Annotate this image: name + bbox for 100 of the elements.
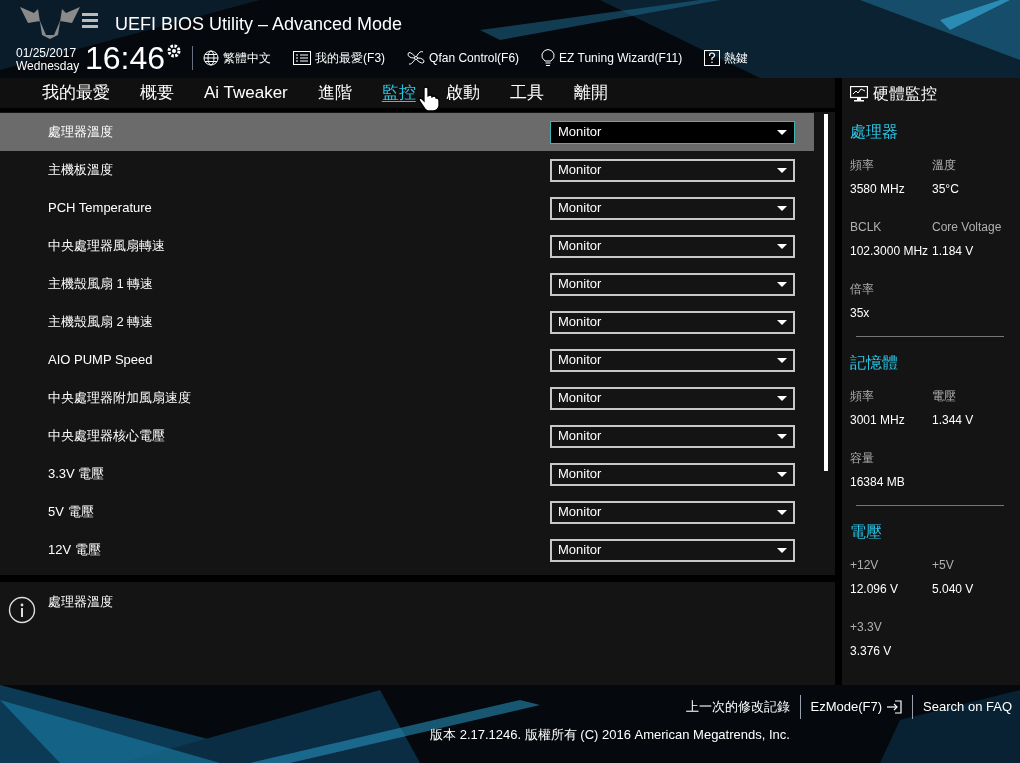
globe-icon (203, 50, 220, 66)
stat-value: 3580 MHz (850, 181, 906, 198)
stat-value: 3.376 V (850, 643, 893, 660)
lightbulb-icon (541, 49, 556, 67)
caret-icon (777, 243, 787, 249)
stat-label: 容量 (850, 450, 875, 467)
stat-value: 1.344 V (932, 412, 975, 429)
hand-cursor-icon (418, 86, 440, 112)
clock-time: 16:46 (85, 40, 166, 76)
setting-row[interactable]: 中央處理器附加風扇速度 Monitor (0, 379, 814, 417)
section-title: 記憶體 (850, 353, 899, 373)
stat-label: 頻率 (850, 157, 875, 174)
caret-icon (777, 471, 787, 477)
stat-label: 倍率 (850, 281, 875, 298)
dropdown[interactable]: Monitor (550, 234, 795, 258)
question-icon (704, 50, 721, 66)
setting-label: 12V 電壓 (47, 541, 102, 560)
dropdown[interactable]: Monitor (550, 538, 795, 562)
stat-label: Core Voltage (932, 219, 1003, 236)
caret-icon (777, 395, 787, 401)
stat-label: +5V (932, 557, 955, 574)
stat-label: +12V (850, 557, 880, 574)
setting-row[interactable]: 主機殼風扇 1 轉速 Monitor (0, 265, 814, 303)
dropdown[interactable]: Monitor (550, 462, 795, 486)
caret-icon (777, 433, 787, 439)
stat-label: +3.3V (850, 619, 883, 636)
setting-row[interactable]: 中央處理器風扇轉速 Monitor (0, 227, 814, 265)
menu-tab[interactable]: 我的最愛 (27, 80, 125, 106)
stat-label: 溫度 (932, 157, 957, 174)
setting-row[interactable]: 處理器溫度 Monitor (0, 113, 814, 151)
toolbar-link[interactable]: 繁體中文 (223, 49, 272, 67)
setting-label: 主機殼風扇 2 轉速 (47, 313, 155, 332)
dropdown[interactable]: Monitor (550, 424, 795, 448)
settings-icon[interactable] (166, 43, 183, 59)
stat-value: 3001 MHz (850, 412, 906, 429)
dropdown[interactable]: Monitor (550, 272, 795, 296)
stat-label: 電壓 (932, 388, 957, 405)
section-title: 電壓 (850, 522, 883, 542)
toolbar-link[interactable]: EZ Tuning Wizard(F11) (559, 49, 683, 67)
panel-title: 硬體監控 (873, 84, 937, 104)
section-title: 處理器 (850, 122, 899, 142)
stat-value: 35°C (932, 181, 960, 198)
dropdown[interactable]: Monitor (550, 158, 795, 182)
setting-label: 3.3V 電壓 (47, 465, 106, 484)
setting-label: 處理器溫度 (47, 123, 114, 142)
setting-label: AIO PUMP Speed (47, 351, 154, 370)
stat-value: 102.3000 MHz (850, 243, 930, 260)
toolbar-link[interactable]: 熱鍵 (724, 49, 749, 67)
caret-icon (777, 205, 787, 211)
dropdown[interactable]: Monitor (550, 310, 795, 334)
setting-label: 5V 電壓 (47, 503, 95, 522)
setting-row[interactable]: 主機板溫度 Monitor (0, 151, 814, 189)
setting-label: 主機殼風扇 1 轉速 (47, 275, 155, 294)
setting-label: PCH Temperature (47, 199, 153, 218)
toolbar-link[interactable]: 我的最愛(F3) (315, 49, 386, 67)
fan-icon (407, 50, 426, 66)
menu-tab[interactable]: 進階 (302, 80, 367, 106)
dropdown[interactable]: Monitor (550, 386, 795, 410)
menu-tab[interactable]: 離開 (558, 80, 623, 106)
setting-label: 中央處理器核心電壓 (47, 427, 166, 446)
setting-label: 中央處理器附加風扇速度 (47, 389, 192, 408)
weekday-text: Wednesday (16, 60, 81, 73)
setting-row[interactable]: PCH Temperature Monitor (0, 189, 814, 227)
setting-row[interactable]: AIO PUMP Speed Monitor (0, 341, 814, 379)
setting-row[interactable]: 5V 電壓 Monitor (0, 493, 814, 531)
caret-icon (777, 319, 787, 325)
dropdown[interactable]: Monitor (550, 500, 795, 524)
setting-row[interactable]: 3.3V 電壓 Monitor (0, 455, 814, 493)
exit-icon (886, 700, 903, 714)
menu-tab[interactable]: 概要 (125, 80, 189, 106)
caret-icon (777, 357, 787, 363)
setting-row[interactable]: 主機殼風扇 2 轉速 Monitor (0, 303, 814, 341)
help-text: 處理器溫度 (48, 594, 113, 610)
caret-icon (777, 167, 787, 173)
stat-label: BCLK (850, 219, 883, 236)
caret-icon (777, 129, 787, 135)
dropdown[interactable]: Monitor (550, 348, 795, 372)
dropdown[interactable]: Monitor (550, 196, 795, 220)
caret-icon (777, 281, 787, 287)
footer-link[interactable]: EzMode(F7) (810, 697, 903, 717)
list-icon (293, 51, 312, 65)
menu-tab[interactable]: Ai Tweaker (189, 80, 303, 106)
setting-label: 中央處理器風扇轉速 (47, 237, 166, 256)
dropdown[interactable]: Monitor (550, 120, 795, 144)
scrollbar[interactable] (824, 114, 828, 471)
stat-label: 頻率 (850, 388, 875, 405)
stat-value: 1.184 V (932, 243, 975, 260)
window-title: UEFI BIOS Utility – Advanced Mode (115, 13, 404, 36)
setting-label: 主機板溫度 (47, 161, 114, 180)
footer-link[interactable]: Search on FAQ (923, 697, 1012, 717)
stat-value: 5.040 V (932, 581, 975, 598)
stat-value: 35x (850, 305, 871, 322)
copyright-text: 版本 2.17.1246. 版權所有 (C) 2016 American Megatrends, Inc. (429, 726, 790, 744)
footer-link[interactable]: 上一次的修改記錄 (685, 697, 790, 717)
caret-icon (777, 547, 787, 553)
monitor-icon (850, 86, 868, 102)
menu-tab[interactable]: 工具 (494, 80, 559, 106)
setting-row[interactable]: 中央處理器核心電壓 Monitor (0, 417, 814, 455)
toolbar-link[interactable]: Qfan Control(F6) (429, 49, 520, 67)
setting-row[interactable]: 12V 電壓 Monitor (0, 531, 814, 569)
